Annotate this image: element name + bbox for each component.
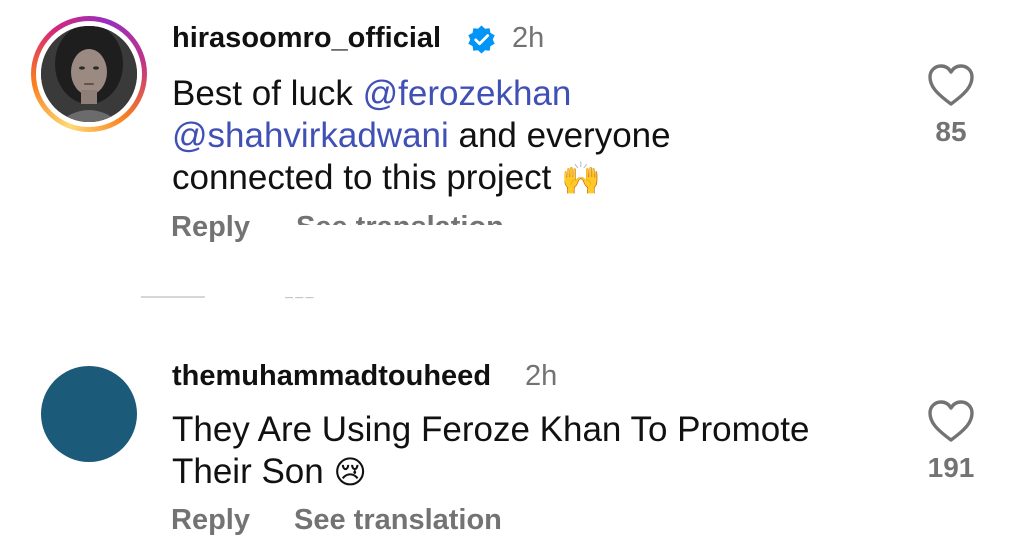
avatar xyxy=(41,26,137,122)
verified-badge-icon xyxy=(468,25,495,54)
reply-button[interactable]: Reply xyxy=(171,504,250,537)
username[interactable]: themuhammadtouheed xyxy=(172,360,491,393)
reply-button[interactable]: Reply xyxy=(171,211,250,244)
comment-text: Best of luck @ferozekhan @shahvirkadwani… xyxy=(172,74,671,197)
comment-text: They Are Using Feroze Khan To Promote Th… xyxy=(172,410,810,491)
view-replies-divider[interactable] xyxy=(141,296,205,298)
heart-outline-icon[interactable] xyxy=(926,62,976,108)
view-replies-label[interactable]: — — — xyxy=(285,293,313,302)
comment-timestamp: 2h xyxy=(512,22,545,54)
like-count: 191 xyxy=(927,452,975,483)
heart-outline-icon[interactable] xyxy=(926,398,976,444)
mention-link[interactable]: @shahvirkadwani xyxy=(172,116,449,155)
username[interactable]: hirasoomro_official xyxy=(172,22,441,55)
see-translation-button[interactable]: See translation xyxy=(294,504,502,537)
avatar[interactable] xyxy=(41,366,137,462)
like-count: 85 xyxy=(935,116,967,147)
crying-face-emoji: 😢 xyxy=(333,454,367,490)
comment-timestamp: 2h xyxy=(525,360,558,392)
raising-hands-emoji: 🙌 xyxy=(561,160,601,196)
avatar-story-ring[interactable] xyxy=(31,16,147,132)
see-translation-button[interactable]: See translation xyxy=(296,211,504,225)
comment-item: hirasoomro_official 2h Best of luck @fer… xyxy=(0,0,1024,302)
mention-link[interactable]: @ferozekhan xyxy=(363,74,572,113)
